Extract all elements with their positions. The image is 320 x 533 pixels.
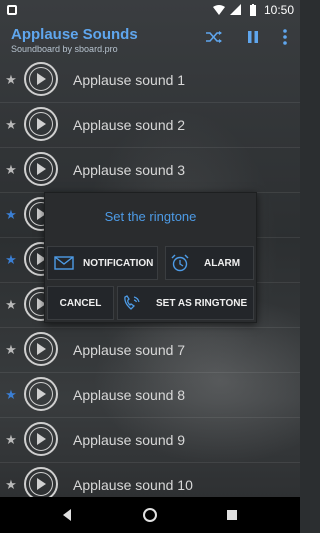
sound-row[interactable]: ★ Applause sound 9 (0, 418, 300, 463)
battery-icon (247, 4, 259, 16)
sound-label: Applause sound 9 (73, 432, 186, 448)
play-button[interactable] (24, 377, 58, 411)
favorite-star-icon[interactable]: ★ (4, 252, 18, 268)
navigation-bar (0, 497, 300, 533)
pause-icon (247, 30, 259, 49)
screen: 10:50 Applause Sounds Soundboard by sboa… (0, 0, 300, 533)
favorite-star-icon[interactable]: ★ (4, 297, 18, 313)
set-as-ringtone-label: SET AS RINGTONE (156, 297, 248, 309)
play-icon (29, 67, 53, 91)
sound-row[interactable]: ★ Applause sound 3 (0, 148, 300, 193)
envelope-icon (54, 256, 74, 270)
status-bar: 10:50 (0, 0, 300, 20)
ringtone-dialog: Set the ringtone NOTIFICATION ALARM CANC… (44, 192, 257, 323)
pause-button[interactable] (242, 28, 264, 50)
sound-row[interactable]: ★ Applause sound 8 (0, 373, 300, 418)
signal-icon (229, 4, 242, 16)
notification-app-icon (6, 4, 18, 16)
favorite-star-icon[interactable]: ★ (4, 432, 18, 448)
sound-label: Applause sound 1 (73, 72, 186, 88)
alarm-label: ALARM (204, 257, 241, 269)
favorite-star-icon[interactable]: ★ (4, 162, 18, 178)
favorite-star-icon[interactable]: ★ (4, 342, 18, 358)
set-as-ringtone-button[interactable]: SET AS RINGTONE (117, 286, 254, 320)
play-button[interactable] (24, 467, 58, 501)
sound-label: Applause sound 8 (73, 387, 186, 403)
favorite-star-icon[interactable]: ★ (4, 72, 18, 88)
dialog-title: Set the ringtone (104, 209, 197, 224)
play-icon (29, 112, 53, 136)
shuffle-button[interactable] (203, 28, 225, 50)
sound-label: Applause sound 7 (73, 342, 186, 358)
app-title: Applause Sounds (11, 26, 138, 43)
app-subtitle: Soundboard by sboard.pro (11, 44, 118, 54)
favorite-star-icon[interactable]: ★ (4, 387, 18, 403)
sound-row[interactable]: ★ Applause sound 7 (0, 328, 300, 373)
back-icon[interactable] (61, 508, 75, 522)
play-icon (29, 157, 53, 181)
sound-row[interactable]: ★ Applause sound 2 (0, 103, 300, 148)
home-icon[interactable] (143, 508, 157, 522)
shuffle-icon (205, 30, 223, 49)
status-time: 10:50 (263, 3, 294, 17)
phone-ringing-icon (122, 294, 142, 312)
play-button[interactable] (24, 332, 58, 366)
play-icon (29, 337, 53, 361)
notification-button[interactable]: NOTIFICATION (47, 246, 158, 280)
play-button[interactable] (24, 152, 58, 186)
cancel-label: CANCEL (59, 297, 102, 309)
play-button[interactable] (24, 62, 58, 96)
app-header: Applause Sounds Soundboard by sboard.pro (0, 20, 300, 60)
recents-icon[interactable] (226, 508, 240, 522)
alarm-clock-icon (170, 254, 190, 272)
play-button[interactable] (24, 107, 58, 141)
play-icon (29, 382, 53, 406)
favorite-star-icon[interactable]: ★ (4, 477, 18, 493)
sound-row[interactable]: ★ Applause sound 1 (0, 58, 300, 103)
notification-label: NOTIFICATION (83, 257, 154, 269)
overflow-menu-button[interactable] (274, 28, 296, 50)
play-button[interactable] (24, 422, 58, 456)
play-icon (29, 427, 53, 451)
sound-label: Applause sound 2 (73, 117, 186, 133)
more-vert-icon (282, 28, 288, 50)
favorite-star-icon[interactable]: ★ (4, 207, 18, 223)
alarm-button[interactable]: ALARM (165, 246, 254, 280)
status-right: 10:50 (212, 3, 294, 17)
favorite-star-icon[interactable]: ★ (4, 117, 18, 133)
play-icon (29, 472, 53, 496)
wifi-icon (212, 4, 225, 16)
sound-label: Applause sound 10 (73, 477, 193, 493)
cancel-button[interactable]: CANCEL (47, 286, 114, 320)
sound-label: Applause sound 3 (73, 162, 186, 178)
